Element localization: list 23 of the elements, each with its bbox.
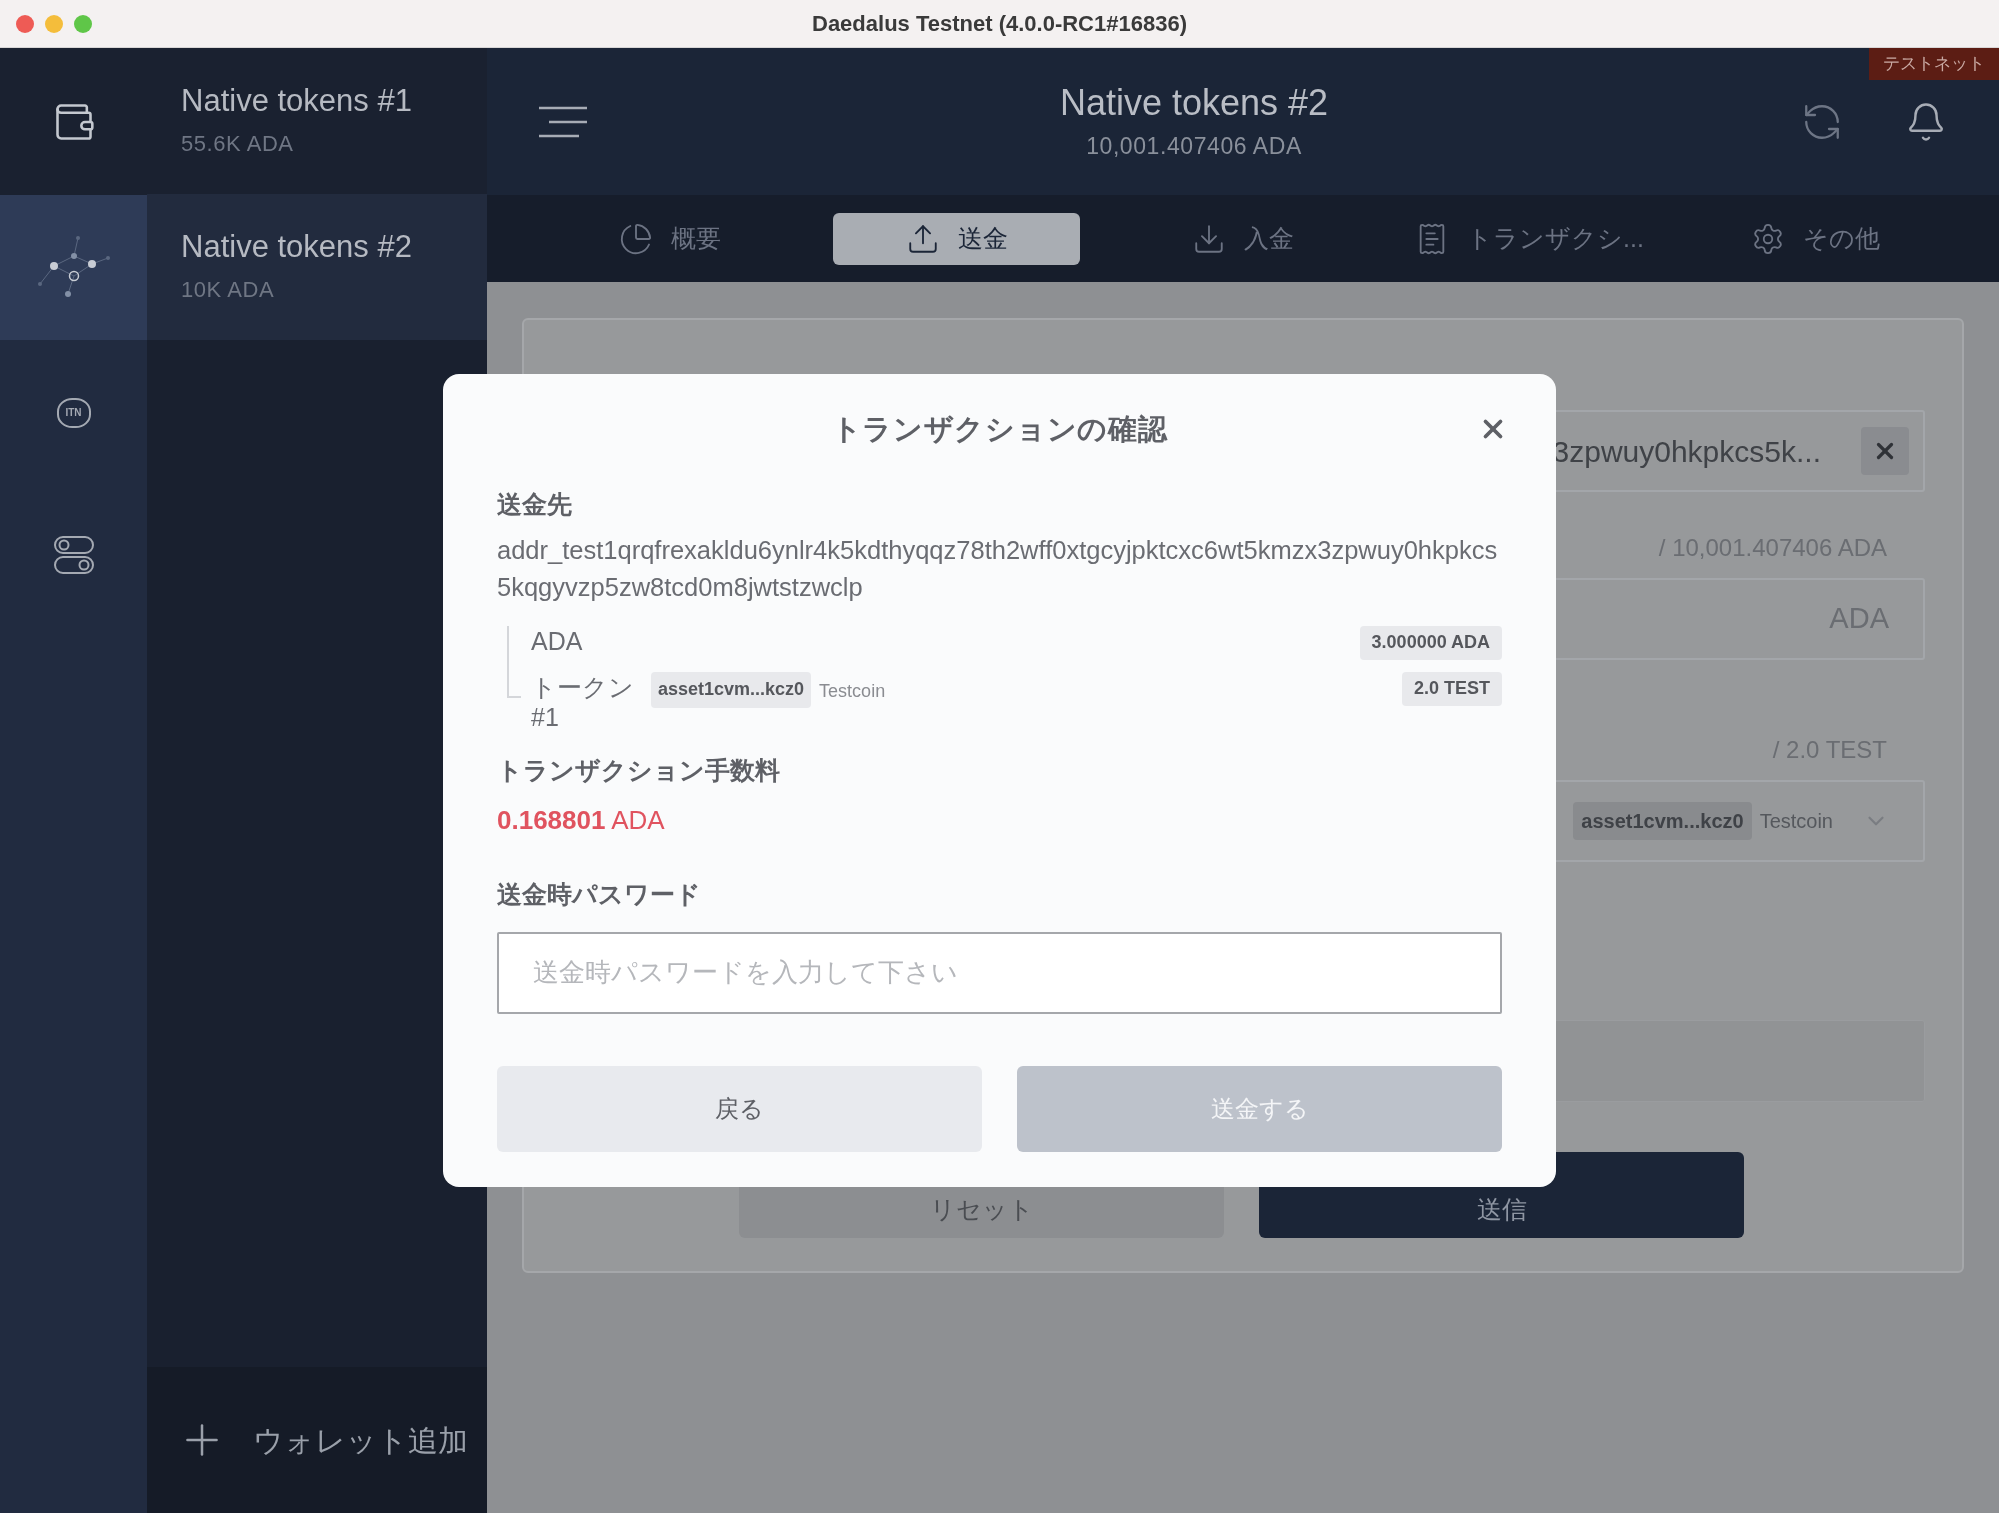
asset-amount: 3.000000 ADA: [1359, 625, 1502, 660]
wallet-balance: 55.6K ADA: [181, 129, 295, 158]
asset-id-chip: asset1cvm...kcz0: [1573, 802, 1752, 840]
wallet-name: Native tokens #2: [181, 228, 413, 267]
itn-piggy-icon: ITN: [56, 397, 91, 428]
receiver-address: addr_test1qrqfrexakldu6ynlr4k5kdthyqqz78th2wff0xtgcyjpktcxc6wt5kmzx3zpwuy0hkpkcs5kqgyvzp5zw8tcd0m8jwtstzwclp: [497, 534, 1499, 603]
wallet-balance: 10K ADA: [181, 275, 276, 304]
token-name: Testcoin: [1759, 809, 1833, 834]
asset-label: トークン #1: [531, 671, 635, 732]
asset-id-chip: asset1cvm...kcz0: [651, 671, 812, 708]
wallet-header-balance: 10,001.407406 ADA: [1086, 131, 1302, 161]
wallet-title: Native tokens #2: [1059, 80, 1329, 125]
wallet-name: Native tokens #1: [181, 82, 413, 121]
receiver-label: 送金先: [497, 489, 573, 520]
dialog-title: トランザクションの確認: [831, 412, 1168, 448]
asset-label: ADA: [531, 625, 584, 656]
fee-label: トランザクション手数料: [497, 754, 781, 786]
fee-amount: 0.168801 ADA: [497, 804, 666, 837]
asset-amount: 2.0 TEST: [1401, 671, 1502, 706]
token-name: Testcoin: [819, 679, 886, 703]
password-label: 送金時パスワード: [497, 879, 702, 910]
window-title: Daedalus Testnet (4.0.0-RC1#16836): [812, 10, 1187, 38]
testnet-badge: テストネット: [1869, 48, 1999, 80]
